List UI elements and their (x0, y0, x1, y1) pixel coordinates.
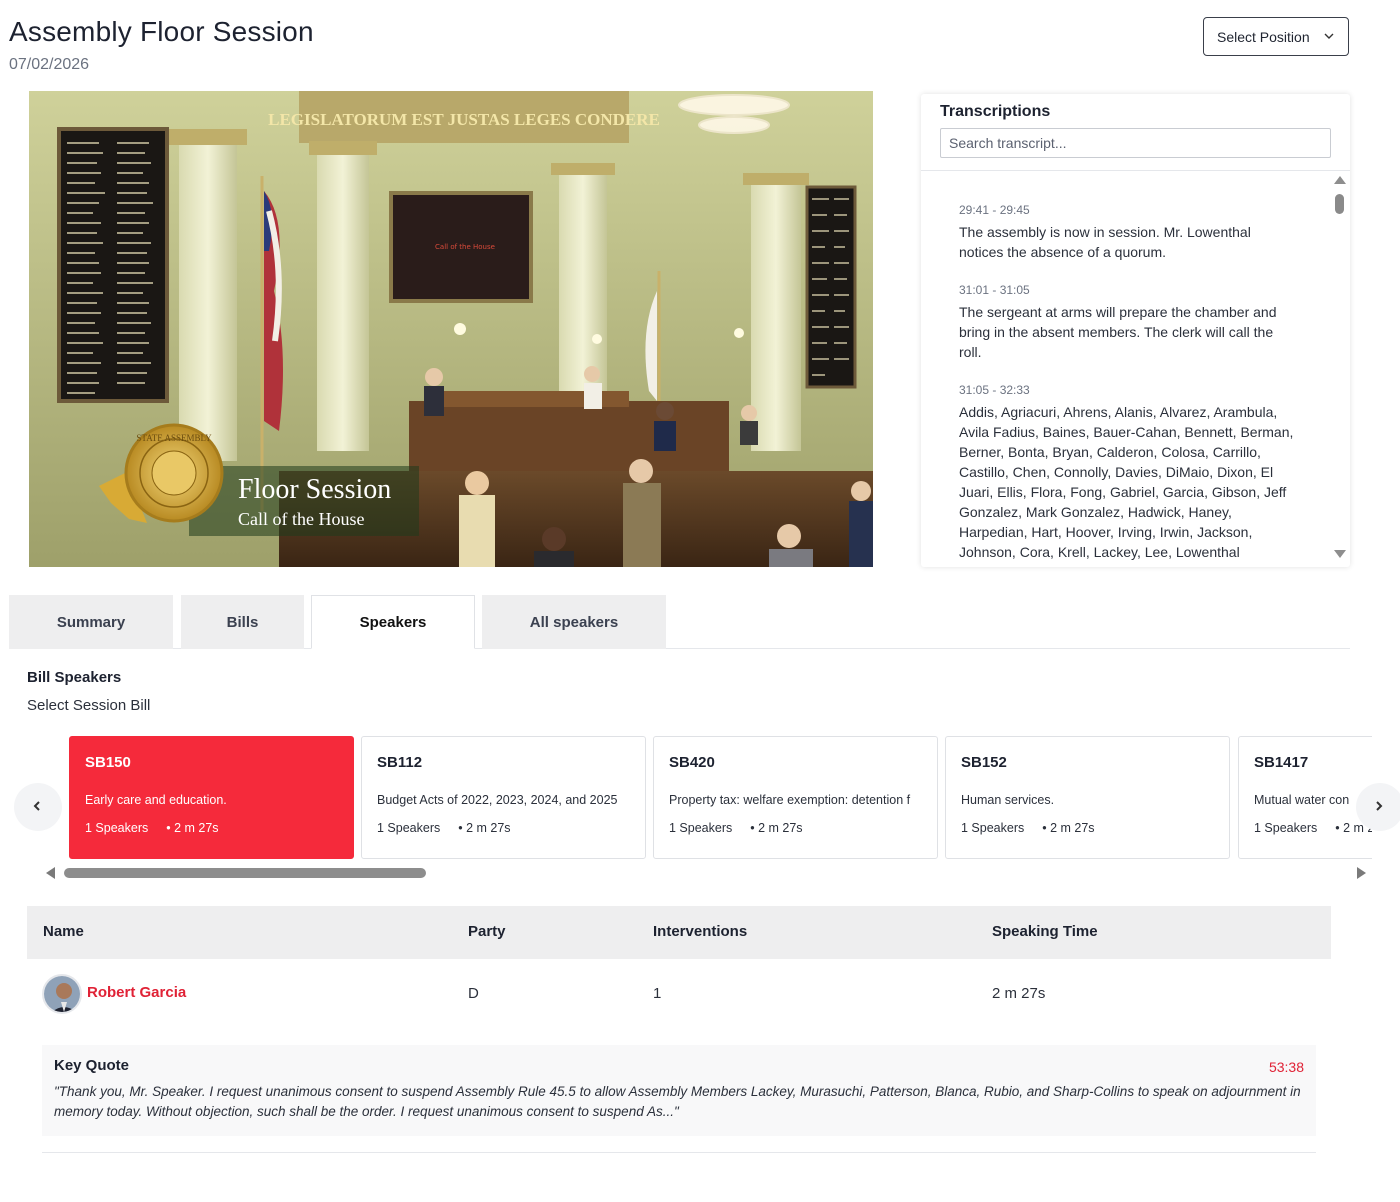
bill-description: Mutual water con (1254, 793, 1350, 807)
scroll-right-arrow-icon[interactable] (1357, 867, 1366, 879)
column-header-name: Name (43, 923, 84, 940)
key-quote-timestamp[interactable]: 53:38 (1269, 1059, 1304, 1075)
video-overlay-title: Floor Session (238, 474, 391, 505)
transcript-list: 29:41 - 29:45 The assembly is now in ses… (959, 202, 1299, 567)
session-date: 07/02/2026 (9, 56, 90, 73)
speaker-interventions: 1 (653, 985, 662, 1002)
transcript-timestamp[interactable]: 31:01 - 31:05 (959, 282, 1299, 298)
bill-description: Budget Acts of 2022, 2023, 2024, and 202… (377, 793, 618, 807)
chevron-left-icon (33, 801, 40, 811)
bill-card-sb420[interactable]: SB420 Property tax: welfare exemption: d… (653, 736, 938, 859)
bill-speakers-title: Bill Speakers (27, 669, 122, 686)
carousel-next-button[interactable] (1356, 783, 1400, 831)
scroll-down-arrow-icon[interactable] (1334, 550, 1346, 558)
select-session-bill-label: Select Session Bill (27, 697, 151, 714)
bill-id: SB1417 (1254, 754, 1309, 771)
transcript-scrollbar[interactable] (1332, 174, 1346, 564)
key-quote-text: "Thank you, Mr. Speaker. I request unani… (54, 1084, 1301, 1119)
column-header-speaking-time: Speaking Time (992, 923, 1098, 940)
bill-id: SB150 (85, 754, 131, 771)
bill-speaker-count: 1 Speakers (85, 821, 149, 835)
bill-speaking-time: 2 m 27s (466, 821, 511, 835)
bill-card-sb152[interactable]: SB152 Human services. 1 Speakers • 2 m 27… (945, 736, 1230, 859)
chamber-video-frame: LEGISLATORUM EST JUSTAS LEGES CONDERE Ca… (29, 91, 873, 567)
speakers-table: Name Party Interventions Speaking Time (27, 906, 1331, 959)
bill-speaking-time: 2 m 27s (758, 821, 803, 835)
carousel-scrollbar[interactable] (40, 864, 1370, 882)
scroll-left-arrow-icon[interactable] (46, 867, 55, 879)
bill-description: Early care and education. (85, 793, 227, 807)
bill-meta: 1 Speakers • 2 m 27s (85, 821, 219, 835)
bill-speaking-time: 2 m 27s (174, 821, 219, 835)
video-overlay-subtitle: Call of the House (238, 509, 364, 529)
bill-carousel: SB150 Early care and education. 1 Speake… (40, 736, 1372, 860)
speaker-party: D (468, 985, 479, 1002)
transcriptions-title: Transcriptions (940, 103, 1051, 120)
column-header-party: Party (468, 923, 506, 940)
transcript-text: The assembly is now in session. Mr. Lowe… (959, 224, 1251, 260)
bill-card-sb150[interactable]: SB150 Early care and education. 1 Speake… (69, 736, 354, 859)
bill-speaker-count: 1 Speakers (669, 821, 733, 835)
speaker-name-link[interactable]: Robert Garcia (87, 984, 186, 1001)
bill-id: SB152 (961, 754, 1007, 771)
bill-speaker-count: 1 Speakers (1254, 821, 1318, 835)
transcript-text: Addis, Agriacuri, Ahrens, Alanis, Alvare… (959, 404, 1294, 560)
avatar (42, 974, 82, 1014)
speaker-photo (44, 976, 80, 1012)
bill-meta: 1 Speakers • 2 m 2 (1254, 821, 1372, 835)
scroll-up-arrow-icon[interactable] (1334, 176, 1346, 184)
bill-id: SB420 (669, 754, 715, 771)
transcript-entry[interactable]: 29:41 - 29:45 The assembly is now in ses… (959, 202, 1299, 262)
select-position-label: Select Position (1217, 28, 1310, 45)
bill-description: Property tax: welfare exemption: detenti… (669, 793, 911, 807)
table-header: Name Party Interventions Speaking Time (27, 906, 1331, 959)
bill-meta: 1 Speakers • 2 m 27s (669, 821, 803, 835)
scrollbar-thumb[interactable] (64, 868, 426, 878)
chevron-right-icon (1376, 801, 1383, 811)
bill-speaker-count: 1 Speakers (377, 821, 441, 835)
transcript-timestamp[interactable]: 31:05 - 32:33 (959, 382, 1299, 398)
divider (921, 170, 1350, 171)
session-tabs: Summary Bills Speakers All speakers (9, 595, 1350, 649)
page-title: Assembly Floor Session (9, 16, 314, 47)
bill-card-sb1417[interactable]: SB1417 Mutual water con 1 Speakers • 2 m … (1238, 736, 1372, 859)
tab-bills[interactable]: Bills (181, 595, 304, 649)
key-quote-box: Key Quote 53:38 "Thank you, Mr. Speaker.… (42, 1045, 1316, 1136)
wall-inscription: LEGISLATORUM EST JUSTAS LEGES CONDERE (268, 110, 660, 129)
column-header-interventions: Interventions (653, 923, 748, 940)
video-player[interactable]: LEGISLATORUM EST JUSTAS LEGES CONDERE Ca… (29, 91, 873, 567)
key-quote-label: Key Quote (54, 1057, 130, 1074)
bill-speaking-time: 2 m 27s (1050, 821, 1095, 835)
transcriptions-panel: Transcriptions 29:41 - 29:45 The assembl… (921, 94, 1350, 567)
transcript-search-input[interactable] (940, 128, 1331, 158)
select-position-dropdown[interactable]: Select Position (1203, 17, 1349, 56)
seal-text: STATE ASSEMBLY (136, 433, 212, 443)
transcript-entry[interactable]: 31:05 - 32:33 Addis, Agriacuri, Ahrens, … (959, 382, 1299, 562)
chevron-down-icon (1324, 33, 1334, 39)
transcript-text: The sergeant at arms will prepare the ch… (959, 304, 1277, 360)
tab-summary[interactable]: Summary (9, 595, 173, 649)
tab-speakers[interactable]: Speakers (311, 595, 475, 649)
divider (42, 1152, 1316, 1153)
bill-card-sb112[interactable]: SB112 Budget Acts of 2022, 2023, 2024, a… (361, 736, 646, 859)
bill-description: Human services. (961, 793, 1055, 807)
bill-id: SB112 (377, 754, 423, 771)
bill-meta: 1 Speakers • 2 m 27s (961, 821, 1095, 835)
video-screen-text: Call of the House (435, 243, 495, 251)
bill-meta: 1 Speakers • 2 m 27s (377, 821, 511, 835)
transcript-timestamp[interactable]: 29:41 - 29:45 (959, 202, 1299, 218)
scrollbar-thumb[interactable] (1335, 194, 1344, 214)
bill-speaker-count: 1 Speakers (961, 821, 1025, 835)
carousel-prev-button[interactable] (14, 783, 62, 831)
transcript-entry[interactable]: 31:01 - 31:05 The sergeant at arms will … (959, 282, 1299, 362)
tab-all-speakers[interactable]: All speakers (482, 595, 666, 649)
speaker-speaking-time: 2 m 27s (992, 985, 1046, 1002)
